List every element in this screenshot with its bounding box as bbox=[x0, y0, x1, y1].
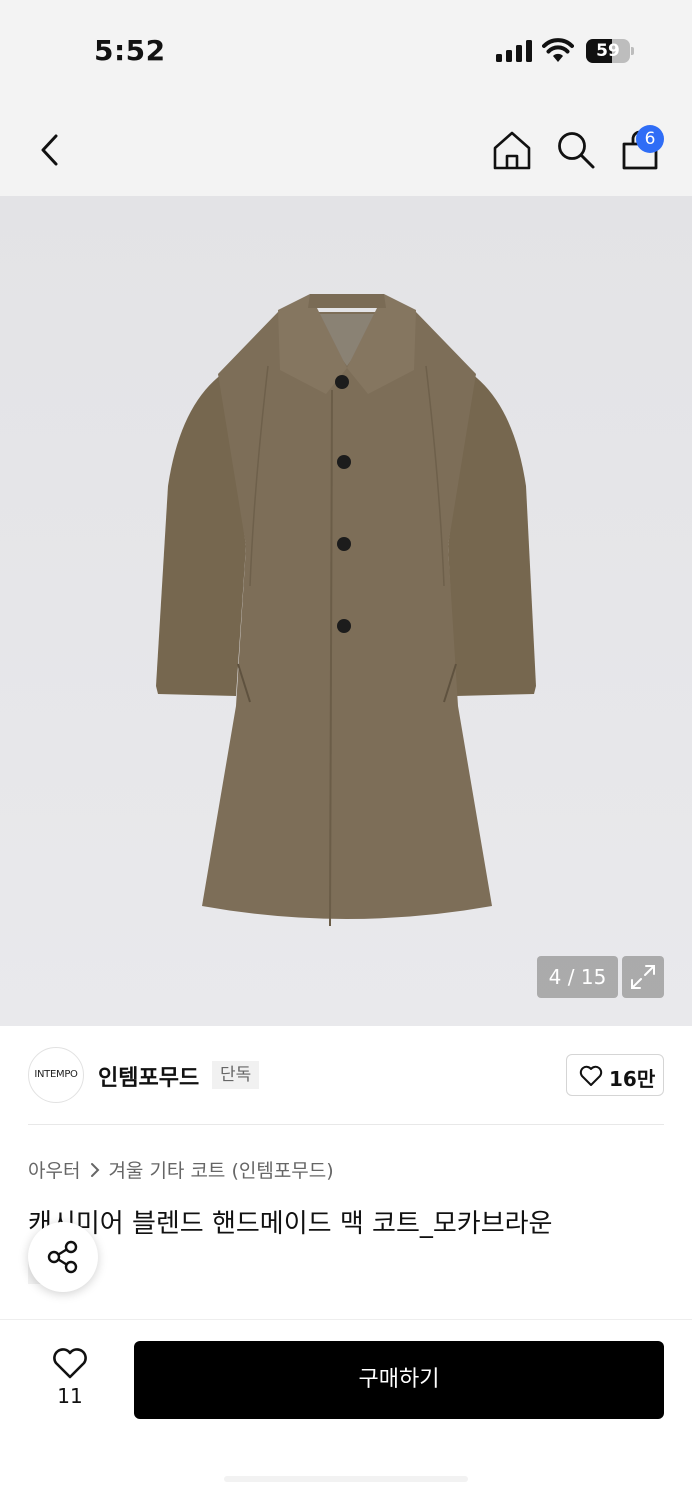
battery-body: 59 bbox=[586, 39, 630, 63]
cart-count-badge: 6 bbox=[636, 125, 664, 153]
heart-outline-icon bbox=[579, 1065, 603, 1086]
status-bar: 5:52 59 bbox=[0, 0, 692, 100]
brand-like-button[interactable]: 16만 bbox=[566, 1054, 664, 1096]
home-icon[interactable] bbox=[490, 128, 534, 172]
image-counter: 4 / 15 bbox=[537, 956, 618, 998]
heart-outline-icon bbox=[53, 1348, 87, 1379]
brand-like-count: 16만 bbox=[609, 1067, 656, 1091]
top-nav-bar bbox=[0, 100, 692, 196]
search-icon[interactable] bbox=[554, 128, 598, 172]
expand-icon[interactable] bbox=[622, 956, 664, 998]
divider bbox=[28, 1124, 664, 1125]
exclusive-tag: 단독 bbox=[212, 1061, 260, 1089]
battery-cap bbox=[631, 47, 634, 55]
back-icon[interactable] bbox=[28, 128, 72, 172]
wishlist-count: 11 bbox=[57, 1384, 83, 1408]
battery-level: 59 bbox=[596, 41, 620, 61]
breadcrumb-item[interactable]: 아우터 bbox=[28, 1156, 80, 1183]
product-image bbox=[156, 294, 536, 927]
breadcrumb-item[interactable]: 겨울 기타 코트 (인템포무드) bbox=[108, 1156, 333, 1183]
share-icon bbox=[47, 1240, 78, 1274]
buy-button[interactable]: 구매하기 bbox=[134, 1341, 664, 1419]
status-time: 5:52 bbox=[94, 34, 166, 67]
battery-icon: 59 bbox=[586, 39, 634, 63]
signal-icon bbox=[496, 40, 532, 62]
brand-logo[interactable]: INTEMPO bbox=[28, 1047, 84, 1103]
chevron-right-icon bbox=[91, 1162, 100, 1177]
brand-name[interactable]: 인템포무드 bbox=[98, 1060, 199, 1092]
product-title: 캐시미어 블렌드 핸드메이드 맥 코트_모카브라운 bbox=[28, 1209, 553, 1239]
wifi-icon bbox=[542, 38, 574, 62]
breadcrumb: 아우터 겨울 기타 코트 (인템포무드) bbox=[28, 1156, 334, 1183]
share-button[interactable] bbox=[28, 1222, 98, 1292]
home-indicator bbox=[224, 1476, 468, 1482]
product-image-gallery[interactable]: 4 / 15 bbox=[0, 196, 692, 1026]
